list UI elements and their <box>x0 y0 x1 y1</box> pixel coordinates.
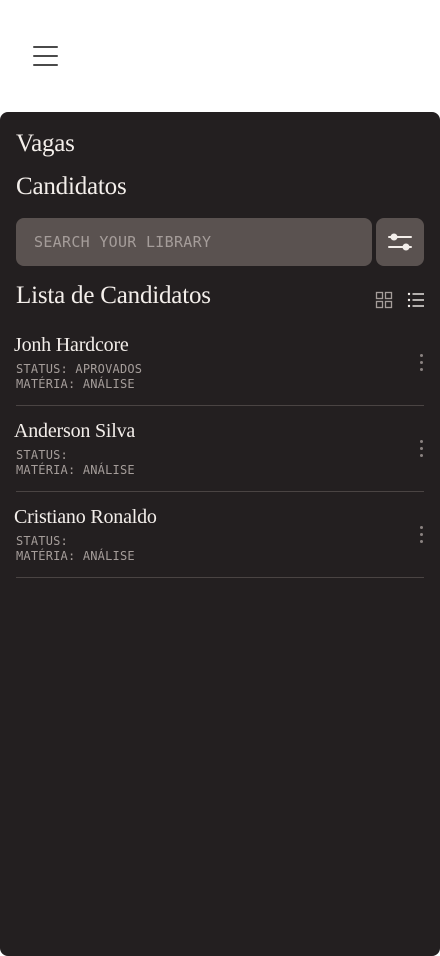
candidate-materia: MATÉRIA: ANÁLISE <box>16 463 135 477</box>
candidate-item[interactable]: Cristiano Ronaldo STATUS: MATÉRIA: ANÁLI… <box>14 492 426 578</box>
candidate-materia: MATÉRIA: ANÁLISE <box>16 377 135 391</box>
candidate-status: STATUS: APROVADOS <box>16 362 143 376</box>
candidate-materia: MATÉRIA: ANÁLISE <box>16 549 135 563</box>
candidate-list: Jonh Hardcore STATUS: APROVADOS MATÉRIA:… <box>14 320 426 578</box>
candidate-name: Cristiano Ronaldo <box>14 506 157 528</box>
search-input[interactable] <box>32 232 356 252</box>
candidate-list-title: Lista de Candidatos <box>16 282 211 309</box>
candidate-name: Anderson Silva <box>14 420 136 442</box>
grid-view-icon[interactable] <box>374 290 394 310</box>
candidate-name: Jonh Hardcore <box>14 334 129 356</box>
more-options-icon[interactable] <box>418 440 426 460</box>
more-options-icon[interactable] <box>418 354 426 374</box>
nav-link-candidatos[interactable]: Candidatos <box>16 173 127 201</box>
main-panel: Vagas Candidatos Lista de Candidatos <box>0 112 440 956</box>
search-box <box>16 218 372 266</box>
candidate-status: STATUS: <box>16 534 68 548</box>
nav-link-vagas[interactable]: Vagas <box>16 130 75 158</box>
filter-button[interactable] <box>376 218 424 266</box>
candidate-status: STATUS: <box>16 448 68 462</box>
candidate-item[interactable]: Anderson Silva STATUS: MATÉRIA: ANÁLISE <box>14 406 426 492</box>
list-view-icon[interactable] <box>406 290 426 310</box>
top-bar <box>0 0 440 112</box>
hamburger-menu-icon[interactable] <box>33 45 59 67</box>
more-options-icon[interactable] <box>418 526 426 546</box>
candidate-item[interactable]: Jonh Hardcore STATUS: APROVADOS MATÉRIA:… <box>14 320 426 406</box>
sliders-filter-icon <box>388 233 412 251</box>
